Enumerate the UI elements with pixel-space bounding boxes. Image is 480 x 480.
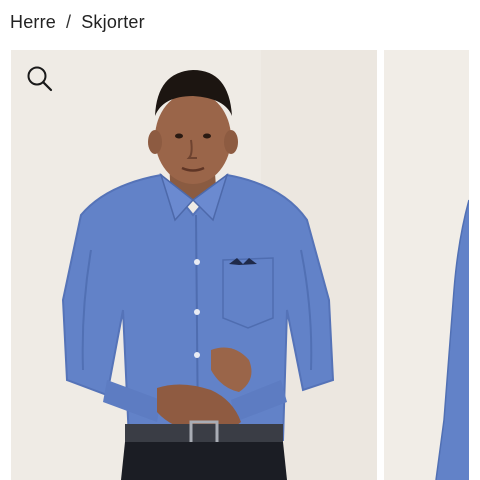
breadcrumb: Herre / Skjorter <box>10 10 145 34</box>
product-image-gallery[interactable] <box>0 50 480 480</box>
breadcrumb-link-herre[interactable]: Herre <box>10 12 56 33</box>
product-image-next[interactable] <box>384 50 469 480</box>
breadcrumb-separator: / <box>66 11 72 32</box>
search-icon[interactable] <box>25 64 55 94</box>
product-photo <box>11 50 377 480</box>
product-image-front[interactable] <box>11 50 377 480</box>
breadcrumb-link-skjorter[interactable]: Skjorter <box>81 12 145 33</box>
product-photo-next <box>384 50 469 480</box>
